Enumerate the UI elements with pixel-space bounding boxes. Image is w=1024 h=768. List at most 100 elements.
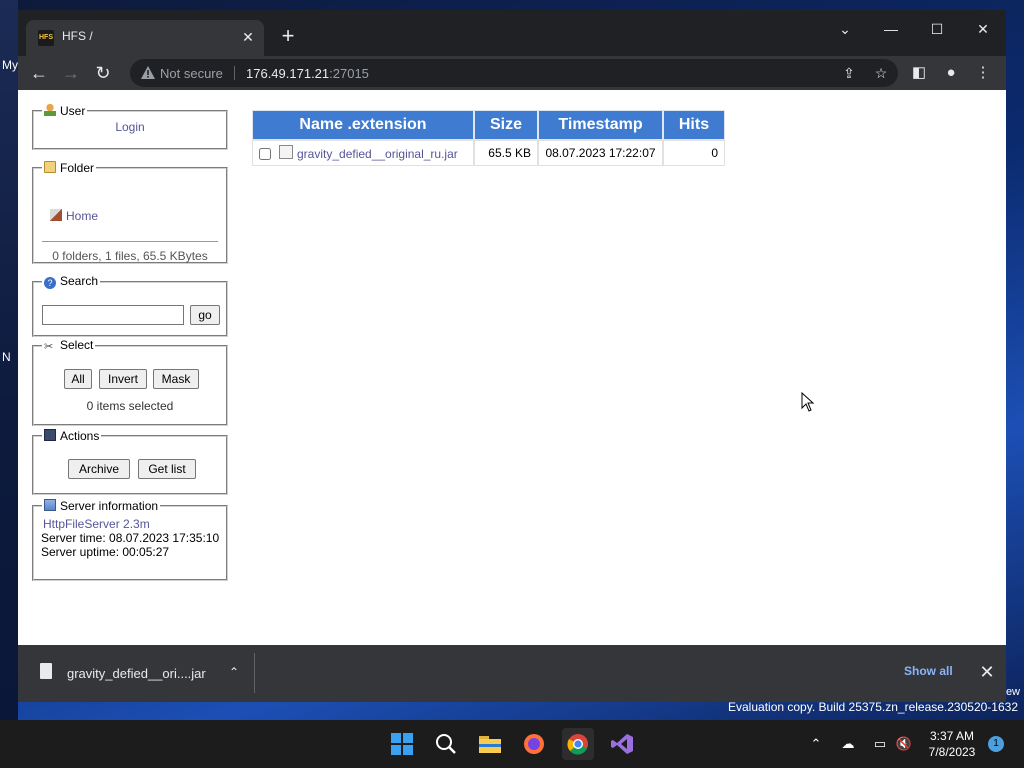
page-content: User Login Folder Home 0 folders, 1 file… (18, 90, 1006, 645)
visual-studio-icon[interactable] (606, 728, 638, 760)
taskbar-clock[interactable]: 3:37 AM 7/8/2023 (918, 728, 986, 760)
evaluation-watermark: Evaluation copy. Build 25375.zn_release.… (728, 700, 1018, 714)
address-bar[interactable]: Not secure 176.49.171.21:27015 ⇪ ☆ (130, 59, 898, 87)
desktop-icon-label: My (2, 58, 18, 72)
file-table-header: Name .extension Size Timestamp Hits (252, 110, 725, 140)
column-name[interactable]: Name .extension (252, 110, 474, 140)
server-time: Server time: 08.07.2023 17:35:10 (41, 531, 220, 545)
share-icon[interactable]: ⇪ (840, 64, 858, 82)
firefox-icon[interactable] (518, 728, 550, 760)
search-input[interactable] (42, 305, 184, 325)
scissors-icon: ✂ (44, 341, 54, 353)
profile-icon[interactable]: ● (940, 62, 962, 84)
forward-arrow-icon[interactable]: → (58, 60, 84, 86)
user-icon (44, 104, 56, 116)
server-computer-icon (44, 499, 56, 511)
tab-strip: HFS HFS / ✕ + ⌄ — ☐ ✕ (18, 10, 1006, 56)
floppy-disk-icon (44, 429, 56, 441)
clock-date: 7/8/2023 (928, 745, 976, 759)
url-host: 176.49.171.21 (246, 66, 330, 81)
taskbar: ⌃ ☁ ▭ 🔇 3:37 AM 7/8/2023 1 (0, 720, 1024, 768)
file-name-cell: gravity_defied__original_ru.jar (252, 140, 474, 166)
menu-kebab-icon[interactable]: ⋮ (972, 62, 994, 84)
actions-legend-text: Actions (60, 429, 100, 443)
notification-badge[interactable]: 1 (988, 736, 1004, 752)
file-link[interactable]: gravity_defied__original_ru.jar (297, 147, 458, 161)
folder-legend-text: Folder (60, 161, 95, 175)
get-list-button[interactable]: Get list (138, 459, 196, 479)
folder-legend: Folder (42, 161, 96, 175)
maximize-button[interactable]: ☐ (914, 14, 960, 44)
file-size-cell: 65.5 KB (474, 140, 538, 166)
hfs-version-link[interactable]: HttpFileServer 2.3m (43, 517, 150, 531)
folder-icon (44, 161, 56, 173)
login-link[interactable]: Login (115, 120, 144, 134)
shelf-divider (254, 653, 255, 693)
download-shelf: gravity_defied__ori....jar ⌃ Show all ✕ (18, 645, 1006, 702)
close-shelf-icon[interactable]: ✕ (976, 661, 998, 683)
file-select-checkbox[interactable] (259, 148, 271, 160)
select-mask-button[interactable]: Mask (153, 369, 199, 389)
desktop-text-fragment: ew (1005, 686, 1020, 698)
column-size[interactable]: Size (474, 110, 538, 140)
hfs-favicon-icon: HFS (38, 30, 54, 46)
mouse-cursor-icon (801, 392, 815, 412)
cloud-offline-icon[interactable]: ☁ (838, 734, 858, 754)
minimize-button[interactable]: — (868, 14, 914, 44)
server-info-panel: Server information HttpFileServer 2.3m S… (32, 499, 228, 581)
select-invert-button[interactable]: Invert (99, 369, 147, 389)
tab-title: HFS / (62, 29, 93, 43)
server-uptime: Server uptime: 00:05:27 (41, 545, 170, 559)
download-item[interactable]: gravity_defied__ori....jar ⌃ (32, 657, 254, 689)
home-link[interactable]: Home (66, 209, 98, 223)
windows-start-icon[interactable] (386, 728, 418, 760)
network-icon[interactable]: ▭ (870, 734, 890, 754)
tray-overflow-chevron-icon[interactable]: ⌃ (806, 734, 826, 754)
column-hits[interactable]: Hits (663, 110, 725, 140)
chrome-icon[interactable] (562, 728, 594, 760)
desktop-icon-label: N (2, 350, 11, 364)
select-legend: ✂ Select (42, 338, 95, 353)
reload-icon[interactable]: ↻ (90, 60, 116, 86)
archive-button[interactable]: Archive (68, 459, 130, 479)
table-row: gravity_defied__original_ru.jar 65.5 KB … (252, 140, 725, 166)
home-icon (50, 209, 62, 221)
bookmark-star-icon[interactable]: ☆ (872, 64, 890, 82)
side-panel-icon[interactable]: ◧ (908, 62, 930, 84)
user-panel: User Login (32, 104, 228, 150)
folder-panel: Folder Home 0 folders, 1 files, 65.5 KBy… (32, 161, 228, 264)
column-timestamp[interactable]: Timestamp (538, 110, 663, 140)
tab-close-icon[interactable]: ✕ (238, 27, 258, 47)
address-separator (234, 66, 235, 80)
volume-muted-icon[interactable]: 🔇 (894, 734, 914, 754)
security-status[interactable]: Not secure (160, 66, 223, 81)
file-icon (279, 145, 293, 159)
chevron-up-icon[interactable]: ⌃ (224, 662, 244, 682)
desktop-left-strip: My N (0, 0, 18, 720)
tab-hfs[interactable]: HFS HFS / ✕ (26, 20, 264, 56)
search-go-button[interactable]: go (190, 305, 220, 325)
selection-status: 0 items selected (86, 399, 174, 413)
close-window-button[interactable]: ✕ (960, 14, 1006, 44)
browser-toolbar: ← → ↻ Not secure 176.49.171.21:27015 ⇪ ☆… (18, 56, 1006, 90)
search-icon[interactable] (430, 728, 462, 760)
url-text[interactable]: 176.49.171.21:27015 (246, 66, 369, 81)
select-all-button[interactable]: All (64, 369, 92, 389)
help-icon: ? (44, 277, 56, 289)
search-legend: ? Search (42, 274, 100, 289)
folder-stats: 0 folders, 1 files, 65.5 KBytes (52, 249, 208, 263)
search-panel: ? Search go (32, 274, 228, 337)
show-all-button[interactable]: Show all (904, 664, 953, 678)
file-explorer-icon[interactable] (474, 728, 506, 760)
new-tab-button[interactable]: + (276, 24, 300, 48)
back-arrow-icon[interactable]: ← (26, 60, 52, 86)
server-legend: Server information (42, 499, 160, 513)
home-row: Home (50, 209, 98, 223)
actions-panel: Actions Archive Get list (32, 429, 228, 495)
select-legend-text: Select (60, 338, 94, 352)
folder-divider (42, 241, 218, 242)
file-hits-cell: 0 (663, 140, 725, 166)
tab-search-chevron-icon[interactable]: ⌄ (822, 14, 868, 44)
user-legend: User (42, 104, 87, 118)
search-legend-text: Search (60, 274, 99, 288)
